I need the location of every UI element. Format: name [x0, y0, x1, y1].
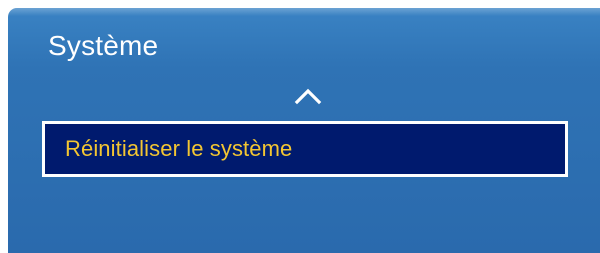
menu-title: Système: [48, 30, 159, 61]
system-menu-panel: Système Réinitialiser le système: [8, 8, 600, 253]
menu-item-label: Réinitialiser le système: [65, 136, 293, 161]
menu-item-reset-system[interactable]: Réinitialiser le système: [42, 121, 568, 177]
chevron-up-icon[interactable]: [293, 86, 323, 106]
